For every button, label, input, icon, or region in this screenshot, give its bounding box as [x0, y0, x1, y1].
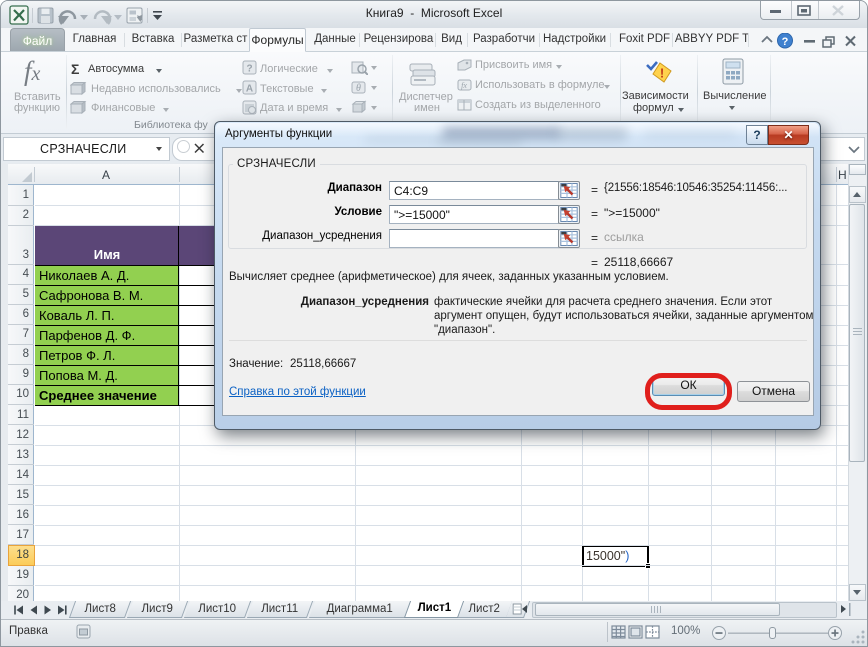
svg-text:!: ! [660, 66, 664, 81]
svg-text:θ: θ [356, 83, 361, 94]
svg-text:fx: fx [461, 81, 467, 90]
svg-text:?: ? [782, 36, 789, 48]
svg-text:А: А [246, 84, 253, 95]
svg-text:?: ? [246, 64, 252, 75]
